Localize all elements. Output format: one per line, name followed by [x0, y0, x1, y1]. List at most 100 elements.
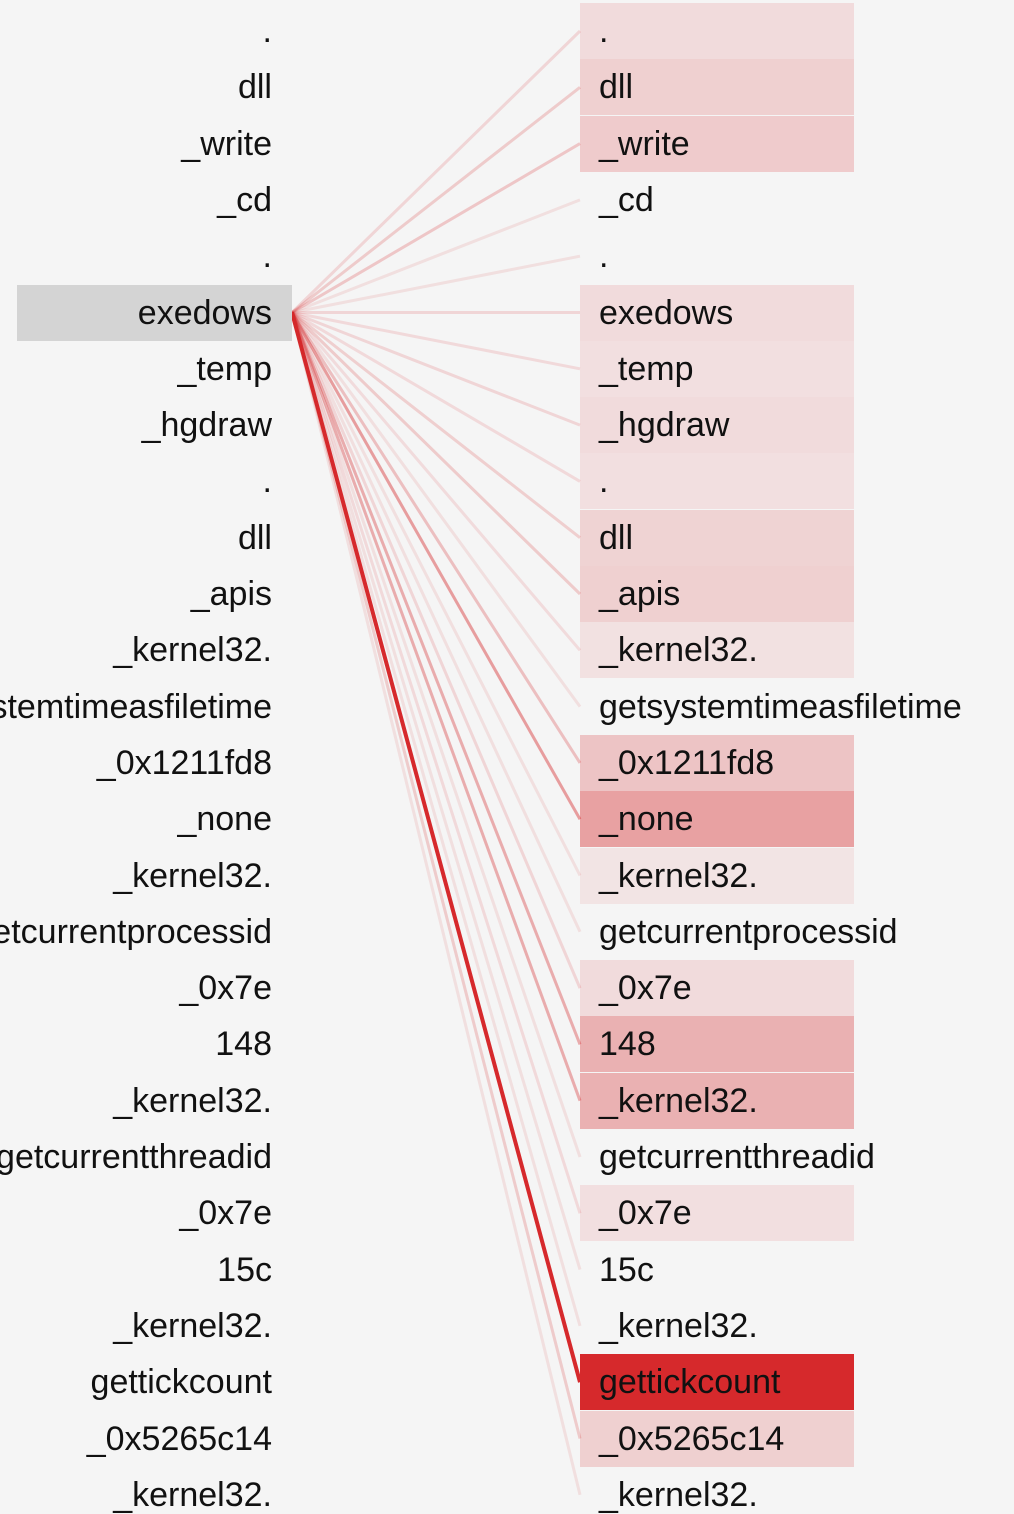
source-token-selected[interactable]: exedows [17, 284, 292, 341]
source-token[interactable]: _0x1211fd8 [0, 735, 272, 791]
source-token-label: . [262, 237, 272, 276]
source-token-label: _kernel32. [113, 856, 272, 895]
target-token[interactable]: _write [580, 115, 1014, 172]
target-token-label: _none [599, 800, 694, 839]
target-token-label: 148 [599, 1025, 656, 1064]
target-token[interactable]: _0x7e [580, 1185, 1014, 1242]
target-token-label: _kernel32. [599, 1306, 758, 1345]
source-token-label: _write [181, 124, 272, 163]
attention-line [290, 311, 582, 1383]
target-token[interactable]: . [580, 453, 1014, 510]
source-token-label: _cd [217, 180, 272, 219]
target-token-label: getcurrentprocessid [599, 912, 898, 951]
source-token[interactable]: . [0, 453, 272, 509]
source-token[interactable]: 15c [0, 1242, 272, 1298]
attention-line [290, 312, 582, 1214]
source-token[interactable]: _write [0, 116, 272, 172]
source-token-label: _0x5265c14 [86, 1419, 272, 1458]
source-token[interactable]: _0x5265c14 [0, 1411, 272, 1467]
target-token-label: _kernel32. [599, 631, 758, 670]
attention-line [290, 29, 582, 314]
source-token[interactable]: _hgdraw [0, 397, 272, 453]
target-token-label: _write [599, 124, 690, 163]
source-token[interactable]: . [0, 3, 272, 59]
attention-line [290, 312, 582, 1158]
target-token[interactable]: _0x1211fd8 [580, 734, 1014, 791]
source-token-label: _kernel32. [113, 1306, 272, 1345]
attention-line [290, 311, 582, 708]
source-token-label: getcurrentprocessid [0, 912, 272, 951]
source-token[interactable]: _kernel32. [0, 1467, 272, 1514]
source-token[interactable]: _none [0, 791, 272, 847]
source-token[interactable]: _temp [0, 341, 273, 397]
source-token[interactable]: _0x7e [0, 960, 272, 1016]
target-token-label: _cd [599, 180, 654, 219]
target-token[interactable]: _temp [580, 340, 1014, 397]
target-token-label: _hgdraw [599, 406, 730, 445]
source-token[interactable]: _apis [0, 566, 272, 622]
target-token-label: . [599, 462, 609, 501]
source-token-label: _kernel32. [113, 1475, 272, 1514]
source-token[interactable]: _cd [0, 172, 272, 228]
target-token[interactable]: gettickcount [580, 1354, 1014, 1411]
target-token[interactable]: dll [580, 59, 1014, 116]
target-token[interactable]: . [580, 228, 1014, 284]
attention-highlight [580, 3, 854, 59]
target-token-label: . [599, 12, 609, 50]
target-token[interactable]: 15c [580, 1242, 1014, 1298]
source-token[interactable]: gettickcount [0, 1354, 272, 1410]
target-token[interactable]: exedows [580, 284, 1014, 341]
target-token[interactable]: getcurrentprocessid [580, 904, 1014, 960]
target-token[interactable]: _hgdraw [580, 397, 1014, 454]
attention-line [290, 312, 582, 1496]
target-token[interactable]: _none [580, 791, 1014, 848]
source-token-label: _0x7e [179, 969, 272, 1008]
target-token-label: _temp [599, 349, 694, 388]
source-token[interactable]: getcurrentprocessid [0, 904, 272, 960]
source-token[interactable]: _kernel32. [0, 1298, 272, 1354]
attention-line [291, 311, 581, 483]
target-token-label: _0x7e [599, 1194, 692, 1233]
source-token-label: getsystemtimeasfiletime [0, 687, 272, 726]
target-token[interactable]: getcurrentthreadid [580, 1129, 1014, 1185]
source-token[interactable]: 148 [0, 1016, 272, 1072]
attention-line [291, 254, 581, 314]
source-token-label: exedows [137, 293, 272, 332]
target-token[interactable]: _kernel32. [580, 1298, 1014, 1354]
target-token[interactable]: _0x7e [580, 960, 1014, 1017]
source-token-label: _hgdraw [141, 406, 272, 445]
target-token[interactable]: dll [580, 509, 1014, 566]
source-token[interactable]: getsystemtimeasfiletime [0, 679, 272, 735]
source-token-label: _0x7e [179, 1194, 272, 1233]
target-token[interactable]: _kernel32. [580, 622, 1014, 679]
source-token[interactable]: . [0, 228, 272, 284]
target-token[interactable]: _0x5265c14 [580, 1410, 1014, 1467]
source-token-label: dll [237, 518, 272, 557]
target-token[interactable]: _kernel32. [580, 847, 1014, 904]
target-token[interactable]: 148 [580, 1016, 1014, 1073]
target-token-label: _kernel32. [599, 1081, 758, 1120]
source-token[interactable]: _0x7e [0, 1185, 272, 1241]
source-token[interactable]: _kernel32. [0, 1073, 272, 1129]
target-token[interactable]: getsystemtimeasfiletime [580, 679, 1014, 735]
attention-line [290, 311, 582, 764]
source-token-label: _temp [177, 349, 273, 388]
target-token-label: _0x5265c14 [599, 1419, 785, 1458]
source-token[interactable]: _kernel32. [0, 848, 272, 904]
source-token[interactable]: dll [0, 510, 272, 566]
target-token[interactable]: _cd [580, 172, 1014, 228]
source-token[interactable]: _kernel32. [0, 622, 272, 678]
target-token[interactable]: _kernel32. [580, 1072, 1014, 1129]
attention-line [290, 312, 582, 1271]
source-token[interactable]: dll [0, 59, 272, 115]
target-token-label: _kernel32. [599, 856, 758, 895]
target-token[interactable]: _apis [580, 566, 1014, 622]
target-token[interactable]: _kernel32. [580, 1467, 1014, 1514]
source-token[interactable]: getcurrentthreadid [0, 1129, 272, 1185]
target-token-label: getsystemtimeasfiletime [599, 687, 962, 726]
source-token-label: _0x1211fd8 [96, 743, 272, 782]
target-token-label: 15c [599, 1250, 654, 1289]
source-token-label: . [262, 12, 272, 50]
target-token-label: _0x1211fd8 [599, 743, 775, 782]
target-token[interactable]: . [580, 3, 1014, 59]
